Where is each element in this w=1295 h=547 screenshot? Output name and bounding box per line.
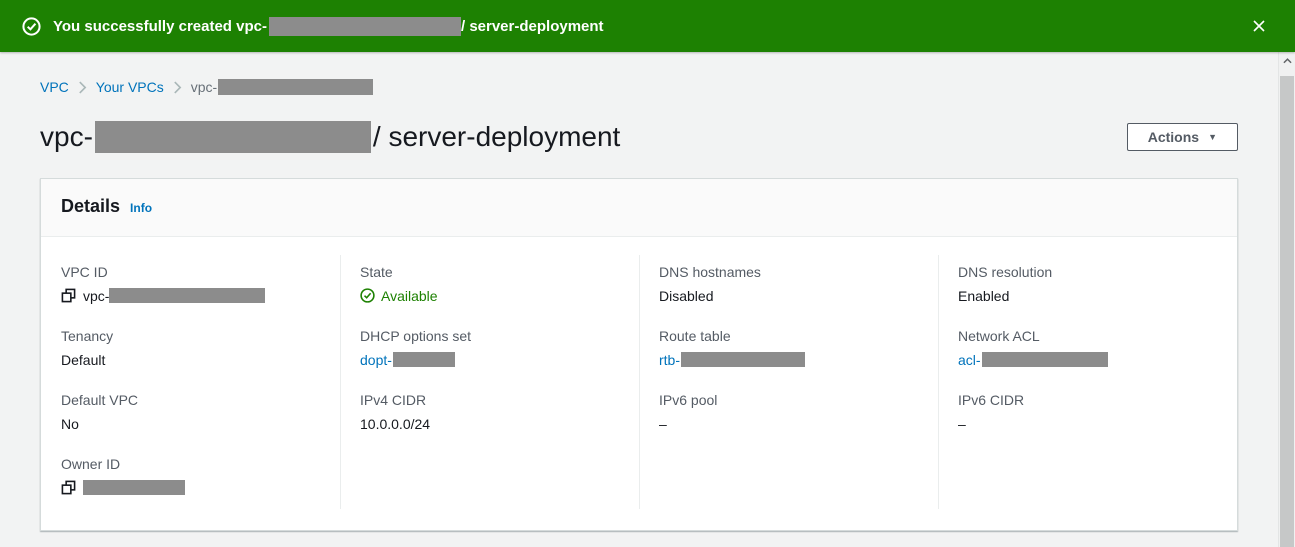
column-divider <box>639 255 640 509</box>
field-vpc-id: VPC ID vpc- <box>61 264 320 304</box>
field-label: Default VPC <box>61 392 139 408</box>
redacted-value <box>981 352 1108 367</box>
field-network-acl: Network ACL acl- <box>958 328 1217 368</box>
breadcrumb-current: vpc- <box>190 79 374 95</box>
page-title-prefix: vpc- <box>40 121 93 152</box>
field-label: DNS resolution <box>958 264 1053 280</box>
success-check-icon <box>22 16 41 36</box>
route-table-link[interactable]: rtb- <box>659 352 680 368</box>
field-label: DNS hostnames <box>659 264 761 280</box>
actions-button-label: Actions <box>1147 129 1200 145</box>
page-title-suffix: / server-deployment <box>372 121 621 152</box>
copy-icon[interactable] <box>61 480 76 495</box>
details-card: Details Info VPC ID vpc- Tenancy Default… <box>40 178 1238 531</box>
details-column-3: DNS hostnames Disabled Route table rtb- … <box>639 264 938 531</box>
details-title: Details <box>61 196 121 216</box>
field-owner-id: Owner ID <box>61 456 320 496</box>
banner-message: You successfully created vpc- / server-d… <box>53 16 604 36</box>
field-label: DHCP options set <box>360 328 472 344</box>
field-value: – <box>659 415 667 432</box>
field-ipv6-pool: IPv6 pool – <box>659 392 918 432</box>
field-value: Disabled <box>659 287 714 304</box>
page-header: vpc- / server-deployment Actions ▼ <box>40 116 1238 158</box>
redacted-value <box>83 480 185 495</box>
field-label: Network ACL <box>958 328 1040 344</box>
breadcrumb-link-your-vpcs[interactable]: Your VPCs <box>96 79 164 95</box>
dhcp-options-link[interactable]: dopt- <box>360 352 392 368</box>
success-banner: You successfully created vpc- / server-d… <box>0 0 1295 52</box>
field-state: State Available <box>360 264 619 304</box>
redacted-vpc-id <box>218 79 374 95</box>
field-value: Default <box>61 351 106 368</box>
caret-down-icon: ▼ <box>1208 131 1217 142</box>
redacted-value <box>109 288 266 303</box>
field-label: Tenancy <box>61 328 114 344</box>
field-label: Route table <box>659 328 731 344</box>
status-available-icon <box>360 288 375 303</box>
redacted-value <box>392 352 455 367</box>
vertical-scrollbar[interactable] <box>1278 52 1295 547</box>
field-label: State <box>360 264 393 280</box>
column-divider <box>938 255 939 509</box>
details-column-4: DNS resolution Enabled Network ACL acl- … <box>938 264 1237 531</box>
details-column-2: State Available DHCP options set dopt- I… <box>340 264 639 531</box>
banner-message-prefix: You successfully created vpc- <box>53 17 267 35</box>
field-ipv4-cidr: IPv4 CIDR 10.0.0.0/24 <box>360 392 619 432</box>
chevron-up-icon <box>1282 57 1292 63</box>
field-label: IPv6 CIDR <box>958 392 1025 408</box>
column-divider <box>340 255 341 509</box>
banner-close-button[interactable] <box>1245 12 1273 40</box>
field-dns-hostnames: DNS hostnames Disabled <box>659 264 918 304</box>
details-card-header: Details Info <box>41 179 1237 237</box>
redacted-vpc-id <box>268 16 461 36</box>
field-value: No <box>61 415 79 432</box>
scrollbar-thumb[interactable] <box>1280 76 1294 547</box>
network-acl-link[interactable]: acl- <box>958 352 981 368</box>
details-card-body: VPC ID vpc- Tenancy Default Default VPC … <box>41 237 1237 531</box>
chevron-right-icon <box>173 81 182 94</box>
page-title: vpc- / server-deployment <box>40 121 620 153</box>
chevron-right-icon <box>78 81 87 94</box>
field-label: IPv6 pool <box>659 392 718 408</box>
field-tenancy: Tenancy Default <box>61 328 320 368</box>
field-route-table: Route table rtb- <box>659 328 918 368</box>
redacted-vpc-id <box>94 121 371 153</box>
breadcrumb-current-label: vpc- <box>190 79 218 95</box>
banner-message-suffix: / server-deployment <box>460 17 604 35</box>
status-text: Available <box>381 287 438 304</box>
field-value: 10.0.0.0/24 <box>360 415 431 432</box>
breadcrumb: VPC Your VPCs vpc- <box>40 79 374 95</box>
copy-icon[interactable] <box>61 288 76 303</box>
actions-button[interactable]: Actions ▼ <box>1126 123 1238 151</box>
close-icon <box>1253 20 1265 32</box>
field-ipv6-cidr: IPv6 CIDR – <box>958 392 1217 432</box>
field-value: Enabled <box>958 287 1010 304</box>
redacted-value <box>681 352 805 367</box>
field-label: Owner ID <box>61 456 121 472</box>
field-label: VPC ID <box>61 264 108 280</box>
field-dhcp-options-set: DHCP options set dopt- <box>360 328 619 368</box>
field-default-vpc: Default VPC No <box>61 392 320 432</box>
breadcrumb-link-vpc[interactable]: VPC <box>40 79 69 95</box>
details-column-1: VPC ID vpc- Tenancy Default Default VPC … <box>41 264 340 531</box>
field-value-prefix: vpc- <box>83 287 110 304</box>
scrollbar-up-button[interactable] <box>1279 52 1295 69</box>
field-value: – <box>958 415 966 432</box>
field-label: IPv4 CIDR <box>360 392 427 408</box>
field-dns-resolution: DNS resolution Enabled <box>958 264 1217 304</box>
info-link[interactable]: Info <box>130 201 152 215</box>
